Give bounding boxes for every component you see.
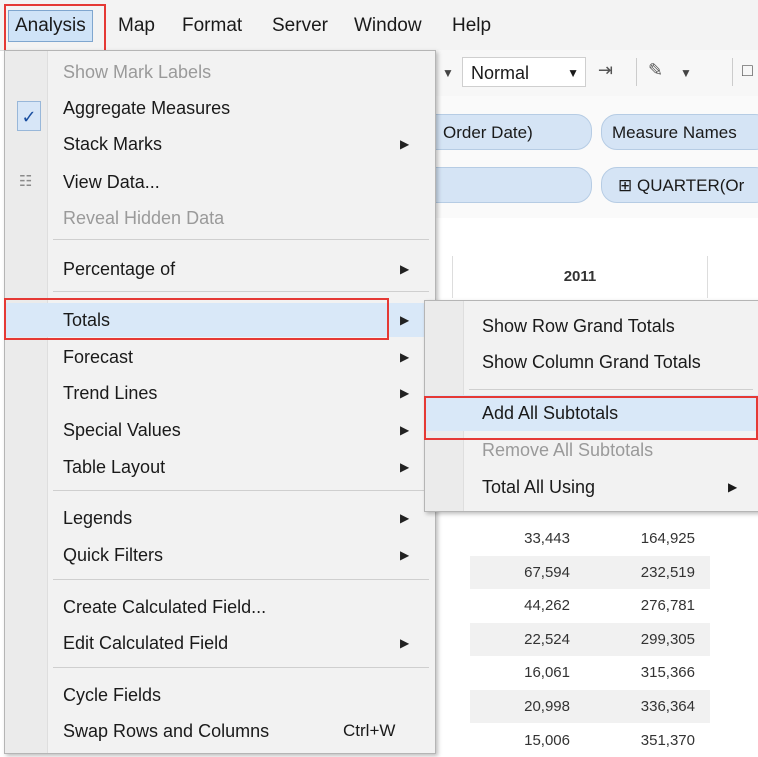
menu-format[interactable]: Format: [176, 13, 248, 39]
table-cell: 164,925: [640, 530, 695, 547]
table-row: 67,594 232,519: [470, 555, 710, 589]
submenu-item-show-row-grand-totals[interactable]: Show Row Grand Totals: [425, 308, 758, 344]
table-row: 33,443 164,925: [470, 522, 710, 555]
toolbar-divider-2: [732, 58, 733, 86]
submenu-arrow-icon: ▶: [400, 636, 410, 650]
menu-item-table-layout[interactable]: Table Layout ▶: [5, 450, 435, 484]
table-cell: 44,262: [524, 597, 570, 615]
submenu-arrow-icon: ▶: [400, 548, 410, 562]
columns-pill-order-date[interactable]: Order Date): [418, 114, 592, 150]
menu-item-trend-lines[interactable]: Trend Lines ▶: [5, 376, 435, 410]
menu-item-totals[interactable]: Totals ▶: [5, 303, 435, 337]
menu-item-cycle-fields[interactable]: Cycle Fields: [5, 678, 435, 712]
menu-item-percentage-of[interactable]: Percentage of ▶: [5, 252, 435, 286]
mark-type-value: Normal: [471, 63, 530, 83]
menu-separator: [53, 291, 429, 292]
menu-help[interactable]: Help: [446, 13, 497, 39]
pen-icon[interactable]: ✎: [648, 60, 663, 81]
table-cell: 67,594: [524, 563, 570, 581]
table-cell: 232,519: [640, 563, 695, 581]
fit-icon[interactable]: ⇥: [598, 60, 613, 81]
submenu-arrow-icon: ▶: [400, 386, 410, 400]
toolbar-divider: [636, 58, 637, 86]
submenu-arrow-icon: ▶: [400, 350, 410, 364]
table-cell: 276,781: [640, 597, 695, 615]
chevron-down-icon: ▼: [567, 66, 579, 80]
menu-item-reveal-hidden-data[interactable]: Reveal Hidden Data: [5, 201, 435, 235]
submenu-arrow-icon: ▶: [728, 480, 738, 494]
submenu-item-remove-all-subtotals[interactable]: Remove All Subtotals: [425, 432, 758, 468]
menu-item-swap-rows-columns[interactable]: Swap Rows and Columns Ctrl+W: [5, 714, 435, 748]
submenu-item-show-column-grand-totals[interactable]: Show Column Grand Totals: [425, 344, 758, 380]
menu-item-quick-filters[interactable]: Quick Filters ▶: [5, 538, 435, 572]
table-cell: 336,364: [640, 698, 695, 715]
table-cell: 299,305: [640, 630, 695, 648]
menu-item-stack-marks[interactable]: Stack Marks ▶: [5, 127, 435, 161]
submenu-item-total-all-using[interactable]: Total All Using ▶: [425, 469, 758, 505]
submenu-arrow-icon: ▶: [400, 511, 410, 525]
table-row: 44,262 276,781: [470, 589, 710, 622]
submenu-item-add-all-subtotals[interactable]: Add All Subtotals: [425, 395, 758, 431]
menu-bar: Analysis Map Format Server Window Help: [0, 0, 758, 51]
table-cell: 315,366: [640, 664, 695, 682]
totals-submenu: Show Row Grand Totals Show Column Grand …: [424, 300, 758, 512]
column-header-year: 2011: [452, 256, 708, 298]
menu-item-special-values[interactable]: Special Values ▶: [5, 413, 435, 447]
menu-window[interactable]: Window: [348, 13, 428, 39]
tooltip-icon[interactable]: □: [742, 60, 753, 81]
submenu-separator: [469, 389, 753, 390]
menu-item-aggregate-measures[interactable]: Aggregate Measures: [5, 91, 435, 125]
rows-pill-1[interactable]: [418, 167, 592, 203]
submenu-arrow-icon: ▶: [400, 460, 410, 474]
menu-item-forecast[interactable]: Forecast ▶: [5, 340, 435, 374]
menu-map[interactable]: Map: [112, 13, 161, 39]
table-row: 22,524 299,305: [470, 622, 710, 656]
rows-pill-quarter[interactable]: ⊞ QUARTER(Or: [601, 167, 758, 203]
table-cell: 33,443: [524, 530, 570, 547]
menu-separator: [53, 579, 429, 580]
menu-server[interactable]: Server: [266, 13, 334, 39]
table-cell: 22,524: [524, 630, 570, 648]
table-cell: 20,998: [524, 698, 570, 715]
menu-separator: [53, 667, 429, 668]
analysis-menu: ✓ ☷ Show Mark Labels Aggregate Measures …: [4, 50, 436, 754]
mark-type-select[interactable]: Normal ▼: [462, 57, 586, 87]
menu-item-edit-calculated-field[interactable]: Edit Calculated Field ▶: [5, 626, 435, 660]
submenu-arrow-icon: ▶: [400, 262, 410, 276]
submenu-arrow-icon: ▶: [400, 137, 410, 151]
menu-item-view-data[interactable]: View Data...: [5, 165, 435, 199]
menu-analysis[interactable]: Analysis: [8, 10, 93, 42]
menu-item-create-calculated-field[interactable]: Create Calculated Field...: [5, 590, 435, 624]
columns-pill-measure-names[interactable]: Measure Names: [601, 114, 758, 150]
shortcut-label: Ctrl+W: [343, 721, 396, 740]
pen-dropdown-icon[interactable]: ▼: [680, 66, 692, 80]
dropdown-arrow-icon[interactable]: ▼: [442, 66, 454, 80]
menu-item-legends[interactable]: Legends ▶: [5, 501, 435, 535]
table-cell: 16,061: [524, 664, 570, 682]
menu-separator: [53, 490, 429, 491]
table-row: 20,998 336,364: [470, 690, 710, 723]
menu-item-show-mark-labels[interactable]: Show Mark Labels: [5, 55, 435, 89]
table-row: 16,061 315,366: [470, 656, 710, 689]
submenu-arrow-icon: ▶: [400, 423, 410, 437]
menu-separator: [53, 239, 429, 240]
submenu-arrow-icon: ▶: [400, 313, 410, 327]
